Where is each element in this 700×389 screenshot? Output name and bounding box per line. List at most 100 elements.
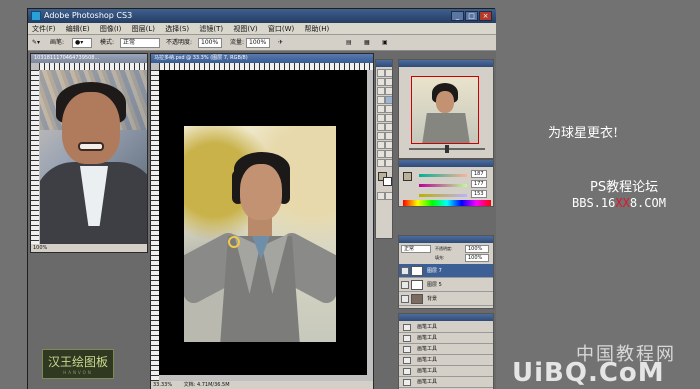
main-document[interactable]: 马拉多纳.psd @ 33.3% (图层 7, RGB/8) 33.33% 文档… bbox=[150, 53, 374, 389]
minimize-button[interactable]: _ bbox=[451, 11, 464, 21]
green-value-input[interactable]: 177 bbox=[471, 180, 487, 188]
blur-tool-icon[interactable] bbox=[377, 123, 385, 131]
layer-fill-input[interactable]: 100% bbox=[465, 254, 489, 262]
eyedropper-tool-icon[interactable] bbox=[385, 150, 392, 158]
magic-wand-tool-icon[interactable] bbox=[385, 78, 392, 86]
navigator-zoom-handle[interactable] bbox=[445, 145, 449, 153]
reference-doc-title[interactable]: 1031811170464739508... bbox=[31, 54, 147, 63]
notes-tool-icon[interactable] bbox=[377, 150, 385, 158]
flow-input[interactable]: 100% bbox=[246, 38, 270, 48]
brush-label: 画笔: bbox=[50, 39, 65, 46]
layer-thumbnail bbox=[411, 280, 423, 290]
menu-item-image[interactable]: 图像(I) bbox=[96, 23, 126, 34]
reference-document[interactable]: 1031811170464739508... 100% bbox=[30, 53, 148, 253]
main-status-bar: 33.33% 文档: 4.71M/36.5M bbox=[151, 381, 373, 389]
history-item[interactable]: 画笔工具 bbox=[399, 377, 493, 388]
options-bar: ✎▾ 画笔: ●▾ 模式: 正常 不透明度: 100% 流量: 100% ✈ ▤… bbox=[28, 35, 496, 51]
canvas[interactable] bbox=[159, 70, 367, 375]
menu-item-window[interactable]: 窗口(W) bbox=[264, 23, 298, 34]
mode-label: 模式: bbox=[100, 39, 115, 46]
crop-tool-icon[interactable] bbox=[377, 87, 385, 95]
blue-slider[interactable] bbox=[419, 194, 467, 197]
horizontal-ruler bbox=[39, 63, 147, 70]
visibility-eye-icon[interactable] bbox=[401, 295, 409, 303]
vertical-ruler bbox=[31, 70, 39, 244]
shape-tool-icon[interactable] bbox=[385, 141, 392, 149]
slice-tool-icon[interactable] bbox=[385, 87, 392, 95]
photoshop-icon bbox=[31, 11, 41, 21]
logo-main-text: 汉王绘图板 bbox=[47, 355, 108, 369]
color-panel-foreground-swatch[interactable] bbox=[403, 172, 412, 181]
menu-item-view[interactable]: 视图(V) bbox=[229, 23, 261, 34]
marquee-tool-icon[interactable] bbox=[385, 69, 392, 77]
menu-item-help[interactable]: 帮助(H) bbox=[300, 23, 333, 34]
brush-tool-icon[interactable] bbox=[385, 96, 392, 104]
menu-item-edit[interactable]: 编辑(E) bbox=[62, 23, 94, 34]
layer-opacity-input[interactable]: 100% bbox=[465, 245, 489, 253]
navigator-panel bbox=[398, 59, 494, 159]
healing-tool-icon[interactable] bbox=[377, 96, 385, 104]
dodge-tool-icon[interactable] bbox=[385, 123, 392, 131]
workspace-icon[interactable]: ▣ bbox=[382, 35, 388, 50]
brushes-panel-icon[interactable]: ▤ bbox=[346, 35, 352, 50]
screen-mode-icon[interactable] bbox=[385, 192, 392, 200]
color-panel-header bbox=[399, 160, 493, 167]
stamp-tool-icon[interactable] bbox=[377, 105, 385, 113]
opacity-input[interactable]: 100% bbox=[198, 38, 222, 48]
pen-tool-icon[interactable] bbox=[377, 132, 385, 140]
brush-tool-icon[interactable]: ✎▾ bbox=[32, 35, 40, 50]
photoshop-window: Adobe Photoshop CS3 _ □ × 文件(F) 编辑(E) 图像… bbox=[27, 8, 496, 389]
navigator-thumbnail[interactable] bbox=[411, 76, 479, 144]
layer-fill-label: 填充: bbox=[435, 255, 445, 260]
layer-name: 图层 7 bbox=[427, 268, 442, 274]
path-select-tool-icon[interactable] bbox=[377, 141, 385, 149]
mode-select[interactable]: 正常 bbox=[120, 38, 160, 48]
airbrush-icon[interactable]: ✈ bbox=[278, 35, 283, 50]
color-ramp[interactable] bbox=[403, 200, 491, 206]
menu-item-select[interactable]: 选择(S) bbox=[161, 23, 193, 34]
maximize-button[interactable]: □ bbox=[465, 11, 478, 21]
menu-item-layer[interactable]: 图层(L) bbox=[128, 23, 159, 34]
brush-icon bbox=[403, 346, 411, 353]
lasso-tool-icon[interactable] bbox=[377, 78, 385, 86]
type-tool-icon[interactable] bbox=[385, 132, 392, 140]
quick-mask-icon[interactable] bbox=[377, 192, 385, 200]
red-slider[interactable] bbox=[419, 174, 467, 177]
layer-thumbnail bbox=[411, 294, 423, 304]
brush-preset-picker[interactable]: ●▾ bbox=[72, 38, 92, 48]
main-doc-title[interactable]: 马拉多纳.psd @ 33.3% (图层 7, RGB/8) bbox=[151, 54, 373, 63]
history-item[interactable]: 画笔工具 bbox=[399, 366, 493, 377]
layer-row[interactable]: 图层 5 bbox=[399, 278, 493, 292]
forum-url: BBS.16XX8.COM bbox=[572, 196, 666, 210]
flow-label: 流量: bbox=[230, 39, 245, 46]
main-zoom[interactable]: 33.33% bbox=[153, 382, 172, 388]
menu-item-filter[interactable]: 滤镜(T) bbox=[195, 23, 227, 34]
green-slider[interactable] bbox=[419, 184, 467, 187]
hand-tool-icon[interactable] bbox=[377, 159, 385, 167]
painting-canvas[interactable] bbox=[184, 126, 336, 342]
move-tool-icon[interactable] bbox=[377, 69, 385, 77]
tool-presets-icon[interactable]: ▦ bbox=[364, 35, 370, 50]
layer-row[interactable]: 图层 7 bbox=[399, 264, 493, 278]
zoom-tool-icon[interactable] bbox=[385, 159, 392, 167]
blue-value-input[interactable]: 153 bbox=[471, 190, 487, 198]
color-panel: 187 177 153 bbox=[398, 159, 494, 207]
layer-blend-mode-select[interactable]: 正常 bbox=[401, 245, 431, 253]
doc-size: 文档: 4.71M/36.5M bbox=[183, 382, 230, 388]
close-button[interactable]: × bbox=[479, 11, 492, 21]
visibility-eye-icon[interactable] bbox=[401, 281, 409, 289]
history-item[interactable]: 画笔工具 bbox=[399, 333, 493, 344]
history-item[interactable]: 画笔工具 bbox=[399, 344, 493, 355]
layers-header bbox=[399, 236, 493, 243]
eraser-tool-icon[interactable] bbox=[377, 114, 385, 122]
red-value-input[interactable]: 187 bbox=[471, 170, 487, 178]
menu-item-file[interactable]: 文件(F) bbox=[28, 23, 60, 34]
opacity-label: 不透明度: bbox=[166, 39, 193, 46]
history-brush-tool-icon[interactable] bbox=[385, 105, 392, 113]
background-color-swatch[interactable] bbox=[383, 177, 392, 186]
history-item[interactable]: 画笔工具 bbox=[399, 355, 493, 366]
history-item[interactable]: 画笔工具 bbox=[399, 322, 493, 333]
layer-row[interactable]: 背景 bbox=[399, 292, 493, 306]
gradient-tool-icon[interactable] bbox=[385, 114, 392, 122]
visibility-eye-icon[interactable] bbox=[401, 267, 409, 275]
